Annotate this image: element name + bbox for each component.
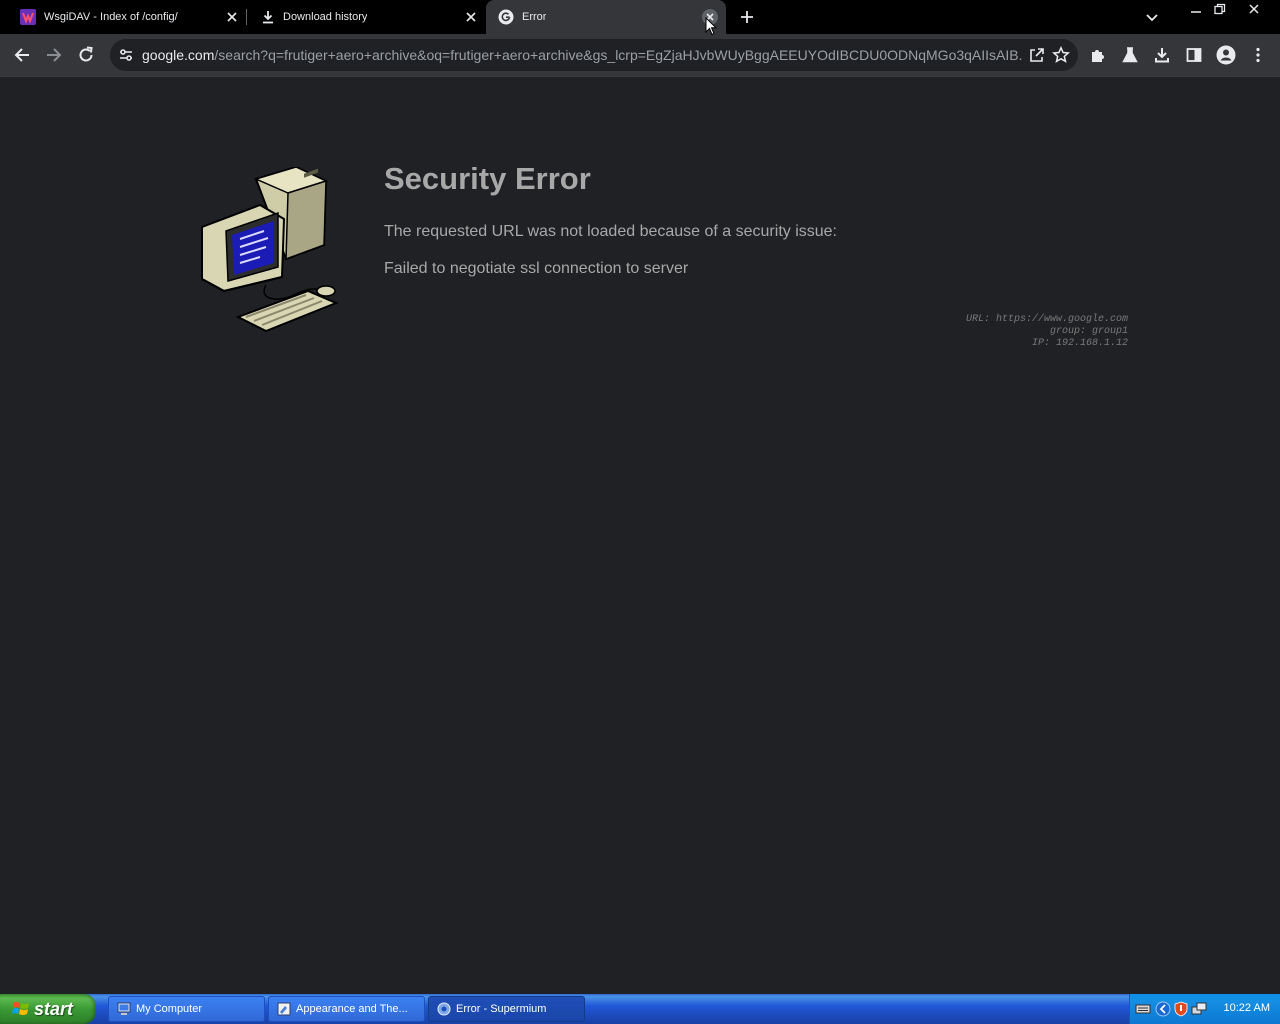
error-meta: URL: https://www.google.com group: group… [966, 314, 1128, 350]
wsgidav-favicon [20, 9, 36, 25]
taskbar-item-label: Error - Supermium [456, 1003, 547, 1015]
taskbar-item-label: Appearance and The... [296, 1003, 408, 1015]
tab-close-icon[interactable] [463, 9, 479, 25]
plus-icon [741, 11, 753, 23]
reload-button[interactable] [76, 45, 96, 65]
computer-illustration-icon [201, 167, 339, 333]
tab-title: Error [522, 11, 547, 23]
control-panel-icon [277, 1002, 291, 1016]
tab-close-icon[interactable] [224, 9, 240, 25]
system-tray: 10:22 AM [1129, 994, 1280, 1024]
error-page: Security Error The requested URL was not… [0, 77, 1280, 994]
taskbar-item-label: My Computer [136, 1003, 203, 1015]
address-path: /search?q=frutiger+aero+archive&oq=fruti… [214, 47, 1022, 63]
taskbar-item-appearance[interactable]: Appearance and The... [268, 996, 425, 1022]
network-icon[interactable] [1191, 1001, 1207, 1017]
downloads-button[interactable] [1152, 45, 1172, 65]
flask-icon [1122, 47, 1138, 63]
new-tab-button[interactable] [738, 8, 756, 26]
menu-button[interactable] [1248, 45, 1268, 65]
site-info-icon[interactable] [118, 47, 134, 63]
chevron-down-icon [1146, 14, 1158, 22]
start-label: start [34, 998, 74, 1019]
back-button[interactable] [12, 45, 32, 65]
restore-icon [1214, 3, 1226, 15]
google-g-icon [498, 9, 514, 25]
tab-title: Download history [283, 11, 368, 23]
kebab-menu-icon [1256, 47, 1260, 63]
security-shield-icon[interactable] [1173, 1001, 1189, 1017]
download-icon [1155, 48, 1169, 63]
extensions-button[interactable] [1088, 45, 1108, 65]
arrow-right-icon [47, 48, 62, 62]
close-icon [1249, 4, 1259, 14]
taskbar-item-error-supermium[interactable]: Error - Supermium [428, 996, 585, 1022]
share-icon[interactable] [1028, 46, 1046, 64]
tab-download-history[interactable]: Download history [247, 0, 485, 34]
arrow-left-icon [14, 48, 29, 62]
meta-ip: IP: 192.168.1.12 [1031, 338, 1128, 349]
labs-button[interactable] [1120, 45, 1140, 65]
address-bar[interactable]: google.com/search?q=frutiger+aero+archiv… [110, 39, 1078, 71]
chevron-left-icon[interactable] [1155, 1001, 1171, 1017]
forward-button[interactable] [44, 45, 64, 65]
address-host: google.com [142, 47, 215, 63]
my-computer-icon [117, 1002, 131, 1015]
start-button[interactable]: start [0, 994, 96, 1024]
keyboard-icon[interactable] [1135, 1001, 1151, 1017]
tab-search-button[interactable] [1144, 9, 1160, 25]
puzzle-icon [1092, 50, 1104, 62]
clock: 10:22 AM [1223, 1002, 1270, 1014]
restore-button[interactable] [1208, 0, 1232, 18]
profile-button[interactable] [1216, 45, 1236, 65]
minimize-icon [1191, 11, 1201, 13]
tab-strip: WsgiDAV - Index of /config/ Download his… [0, 0, 1280, 34]
taskbar-item-my-computer[interactable]: My Computer [108, 996, 265, 1022]
taskbar: start My Computer Appearance and The... … [0, 994, 1280, 1024]
bookmark-star-icon[interactable] [1052, 46, 1070, 64]
tab-title: WsgiDAV - Index of /config/ [44, 11, 178, 23]
download-icon [263, 11, 273, 24]
close-window-button[interactable] [1242, 0, 1266, 18]
meta-group: group: group1 [1049, 326, 1128, 337]
meta-url: URL: https://www.google.com [965, 314, 1128, 325]
browser-icon [437, 1002, 451, 1016]
tab-error[interactable]: Error [486, 0, 726, 34]
error-detail: Failed to negotiate ssl connection to se… [384, 260, 689, 277]
error-description: The requested URL was not loaded because… [384, 223, 837, 240]
tab-wsgidav[interactable]: WsgiDAV - Index of /config/ [0, 0, 246, 34]
page-title: Security Error [384, 161, 591, 196]
side-panel-icon [1186, 48, 1202, 62]
minimize-button[interactable] [1184, 0, 1208, 18]
windows-flag-icon [12, 1002, 29, 1015]
reload-icon [79, 46, 93, 62]
browser-toolbar: google.com/search?q=frutiger+aero+archiv… [0, 34, 1280, 77]
avatar-icon [1216, 45, 1236, 65]
mouse-cursor-icon [705, 17, 717, 36]
address-url[interactable]: google.com/search?q=frutiger+aero+archiv… [142, 47, 1022, 63]
side-panel-button[interactable] [1184, 45, 1204, 65]
